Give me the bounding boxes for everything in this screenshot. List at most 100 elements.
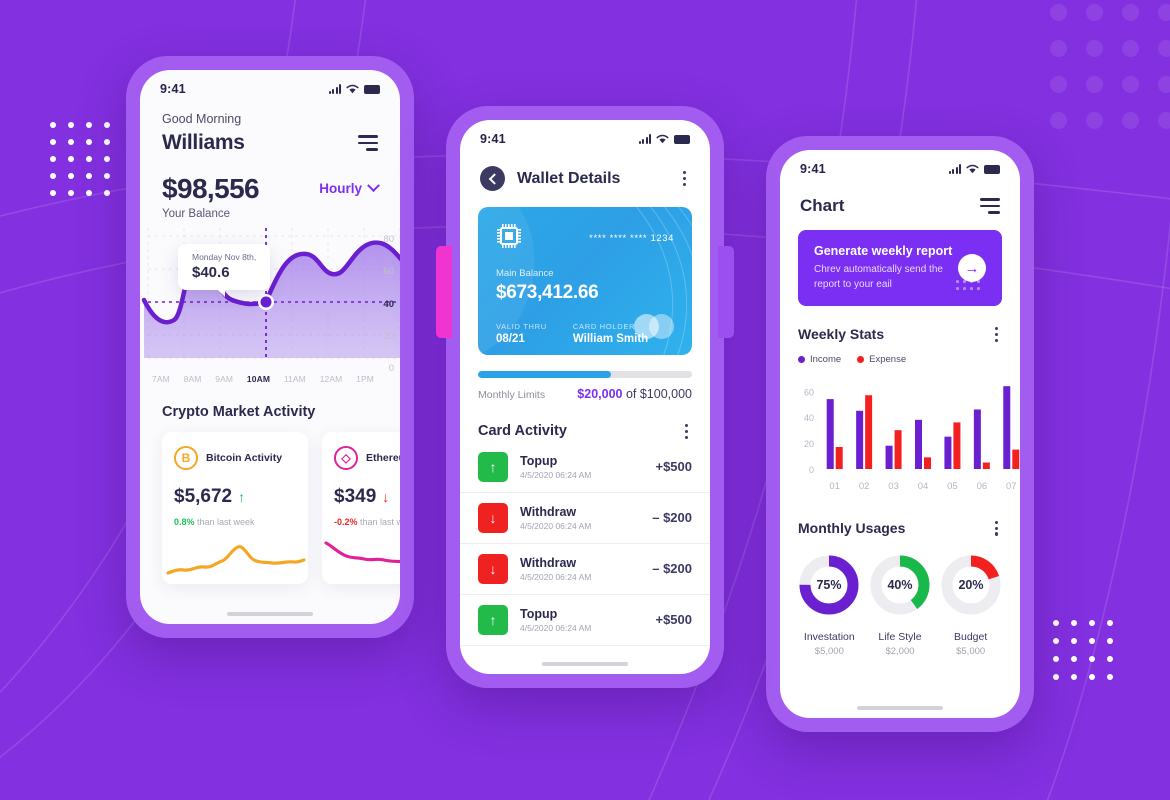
arrow-right-icon[interactable]: → (958, 254, 986, 282)
signal-icon (638, 134, 651, 144)
y-tick: 60 (383, 266, 394, 278)
phone3-header: Chart (780, 180, 1020, 216)
usage-label: Investation (803, 630, 855, 643)
hourly-area-chart[interactable]: Monday Nov 8th, $40.6 80 60 40 20 0 7AM … (140, 228, 400, 400)
chart-x-axis: 7AM 8AM 9AM 10AM 11AM 12AM 1PM (140, 370, 400, 384)
transaction-info: Topup 4/5/2020 06:24 AM (520, 607, 643, 633)
decor-dots-left (50, 122, 122, 207)
weekly-report-banner[interactable]: Generate weekly report Chrev automatical… (798, 230, 1002, 306)
usage-budget[interactable]: 20% Budget $5,000 (939, 553, 1003, 657)
crypto-delta-value: 0.8% (174, 517, 195, 527)
crypto-card-header: B Bitcoin Activity (162, 446, 308, 470)
transaction-type: Topup (520, 606, 558, 621)
transaction-row[interactable]: ↓ Withdraw 4/5/2020 06:24 AM – $200 (460, 493, 710, 544)
banner-subtitle: Chrev automatically send the report to y… (814, 264, 943, 290)
banner-title: Generate weekly report (814, 244, 953, 258)
usage-life-style[interactable]: 40% Life Style $2,000 (868, 553, 932, 657)
svg-text:06: 06 (977, 481, 988, 492)
transaction-info: Withdraw 4/5/2020 06:24 AM (520, 556, 640, 582)
tooltip-value: $40.6 (192, 264, 230, 281)
period-selector[interactable]: Hourly (319, 179, 380, 196)
weekly-stats-header: Weekly Stats (798, 324, 1002, 345)
transaction-amount: – $200 (652, 561, 692, 577)
arrow-left-icon (488, 172, 500, 185)
usage-investation[interactable]: 75% Investation $5,000 (797, 553, 861, 657)
more-options-icon[interactable] (991, 518, 1002, 539)
battery-icon (984, 165, 1000, 174)
usage-percent: 20% (958, 578, 983, 592)
bar-income-01 (826, 398, 834, 469)
transaction-row[interactable]: ↑ Topup 4/5/2020 06:24 AM +$500 (460, 442, 710, 493)
hamburger-menu-icon[interactable] (358, 135, 378, 151)
monthly-limit-progress (478, 371, 692, 378)
legend-label: Expense (869, 353, 907, 365)
hamburger-menu-icon[interactable] (980, 198, 1000, 214)
transaction-list: ↑ Topup 4/5/2020 06:24 AM +$500 ↓ Withdraw 4/5… (460, 442, 710, 646)
transaction-direction-icon: ↓ (478, 553, 508, 584)
phone2-header: Wallet Details (460, 150, 710, 191)
valid-thru-label: VALID THRU (496, 322, 547, 331)
y-tick: 20 (383, 330, 394, 342)
status-icons (948, 164, 1000, 174)
weekly-stats-bar-chart[interactable]: 60 40 20 0 01 02 03 04 05 06 07 (794, 373, 1020, 500)
monthly-limit-row: Monthly Limits $20,000 of $100,000 (478, 387, 692, 401)
crypto-card-ethereum[interactable]: ◇ Ethereum $349 ↓ -0.2% than last w (322, 432, 400, 584)
crypto-delta-suffix: than last week (194, 517, 255, 527)
crypto-price-row: $5,672 ↑ (162, 486, 308, 508)
transaction-date: 4/5/2020 06:24 AM (520, 622, 592, 633)
period-value: Hourly (319, 181, 362, 196)
transaction-direction-icon: ↑ (478, 451, 508, 482)
phone2-screen: 9:41 Wallet Details **** **** **** 1234 … (460, 120, 710, 674)
bar-income-06 (973, 409, 981, 469)
bar-income-04 (915, 419, 922, 469)
signal-icon (948, 164, 961, 174)
battery-icon (364, 85, 380, 94)
ethereum-sparkline (324, 541, 400, 564)
crypto-delta: 0.8% than last week (162, 517, 308, 527)
x-tick: 8AM (183, 374, 202, 384)
phone-wallet-details: 9:41 Wallet Details **** **** **** 1234 … (436, 106, 734, 688)
mastercard-logo-icon (634, 314, 674, 339)
transaction-date: 4/5/2020 06:24 AM (520, 571, 592, 582)
wifi-icon (346, 84, 359, 94)
home-indicator (542, 662, 628, 666)
crypto-card-bitcoin[interactable]: B Bitcoin Activity $5,672 ↑ 0.8% than la… (162, 432, 308, 584)
bar-expense-01 (835, 446, 843, 469)
crypto-cards-row[interactable]: B Bitcoin Activity $5,672 ↑ 0.8% than la… (162, 432, 400, 584)
transaction-row[interactable]: ↓ Withdraw 4/5/2020 06:24 AM – $200 (460, 544, 710, 595)
card-activity-header: Card Activity (478, 421, 692, 442)
legend-swatch (857, 355, 865, 363)
usage-label: Budget (954, 630, 988, 643)
chart-tooltip: Monday Nov 8th, $40.6 (178, 244, 271, 297)
bar-income-02 (856, 410, 864, 469)
balance-row: $98,556 Your Balance Hourly (162, 173, 380, 220)
svg-text:03: 03 (888, 481, 899, 492)
transaction-type: Withdraw (520, 504, 577, 519)
phone1-status-bar: 9:41 (140, 70, 400, 100)
more-options-icon[interactable] (991, 324, 1002, 345)
bar-income-07 (1003, 385, 1011, 469)
status-time: 9:41 (800, 162, 826, 176)
transaction-date: 4/5/2020 06:24 AM (520, 469, 592, 480)
monthly-limit-label: Monthly Limits (478, 389, 546, 401)
svg-text:60: 60 (804, 387, 814, 397)
bar-income-03 (885, 445, 893, 469)
more-options-icon[interactable] (681, 421, 692, 442)
usage-percent: 75% (817, 578, 842, 592)
greeting-text: Good Morning (162, 112, 242, 126)
trend-up-icon: ↑ (238, 489, 246, 505)
crypto-name: Ethereum (366, 452, 400, 464)
status-icons (328, 84, 380, 94)
crypto-delta-value: -0.2% (334, 517, 358, 527)
more-options-icon[interactable] (679, 168, 690, 189)
back-button[interactable] (480, 166, 505, 191)
transaction-row[interactable]: ↑ Topup 4/5/2020 06:24 AM +$500 (460, 595, 710, 646)
bitcoin-icon: B (174, 446, 198, 470)
y-tick: 80 (383, 234, 394, 245)
decor-dots-top-right (1050, 4, 1170, 148)
credit-card[interactable]: **** **** **** 1234 Main Balance $673,41… (478, 207, 692, 355)
signal-icon (328, 84, 341, 94)
limit-total: of $100,000 (622, 387, 692, 401)
svg-text:40: 40 (804, 413, 814, 423)
x-tick: 1PM (356, 374, 374, 384)
